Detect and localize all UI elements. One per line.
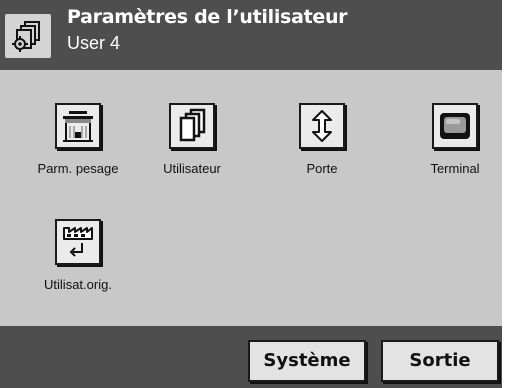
tile-terminal[interactable]: Terminal	[405, 103, 502, 193]
tile-weighing-parameters[interactable]: Parm. pesage	[28, 103, 128, 193]
tile-label: Utilisateur	[163, 161, 221, 176]
footer-bar: Système Sortie	[0, 326, 502, 388]
tile-factory-settings[interactable]: Utilisat.orig.	[28, 219, 128, 309]
user-settings-icon	[5, 14, 51, 58]
user-name: User 4	[67, 33, 121, 53]
header-bar: Paramètres de l’utilisateur User 4	[0, 0, 502, 70]
factory-reset-icon	[63, 227, 93, 257]
user-pages-icon	[179, 108, 206, 142]
screen: Paramètres de l’utilisateur User 4 Parm.…	[0, 0, 502, 388]
tile-label: Parm. pesage	[37, 161, 119, 176]
tile-label: Utilisat.orig.	[44, 277, 112, 292]
door-arrow-icon	[312, 110, 332, 142]
door-button[interactable]	[299, 103, 345, 149]
terminal-button[interactable]	[432, 103, 478, 149]
tile-door[interactable]: Porte	[272, 103, 372, 193]
exit-button[interactable]: Sortie	[381, 340, 499, 382]
weighing-parameters-button[interactable]	[55, 103, 101, 149]
tile-label: Terminal	[430, 161, 480, 176]
system-button[interactable]: Système	[248, 340, 366, 382]
page-title: Paramètres de l’utilisateur	[67, 6, 348, 28]
tile-user[interactable]: Utilisateur	[142, 103, 242, 193]
factory-settings-button[interactable]	[55, 219, 101, 265]
weighing-icon	[63, 111, 93, 142]
user-button[interactable]	[169, 103, 215, 149]
terminal-icon	[440, 113, 470, 139]
tile-label: Porte	[306, 161, 338, 176]
